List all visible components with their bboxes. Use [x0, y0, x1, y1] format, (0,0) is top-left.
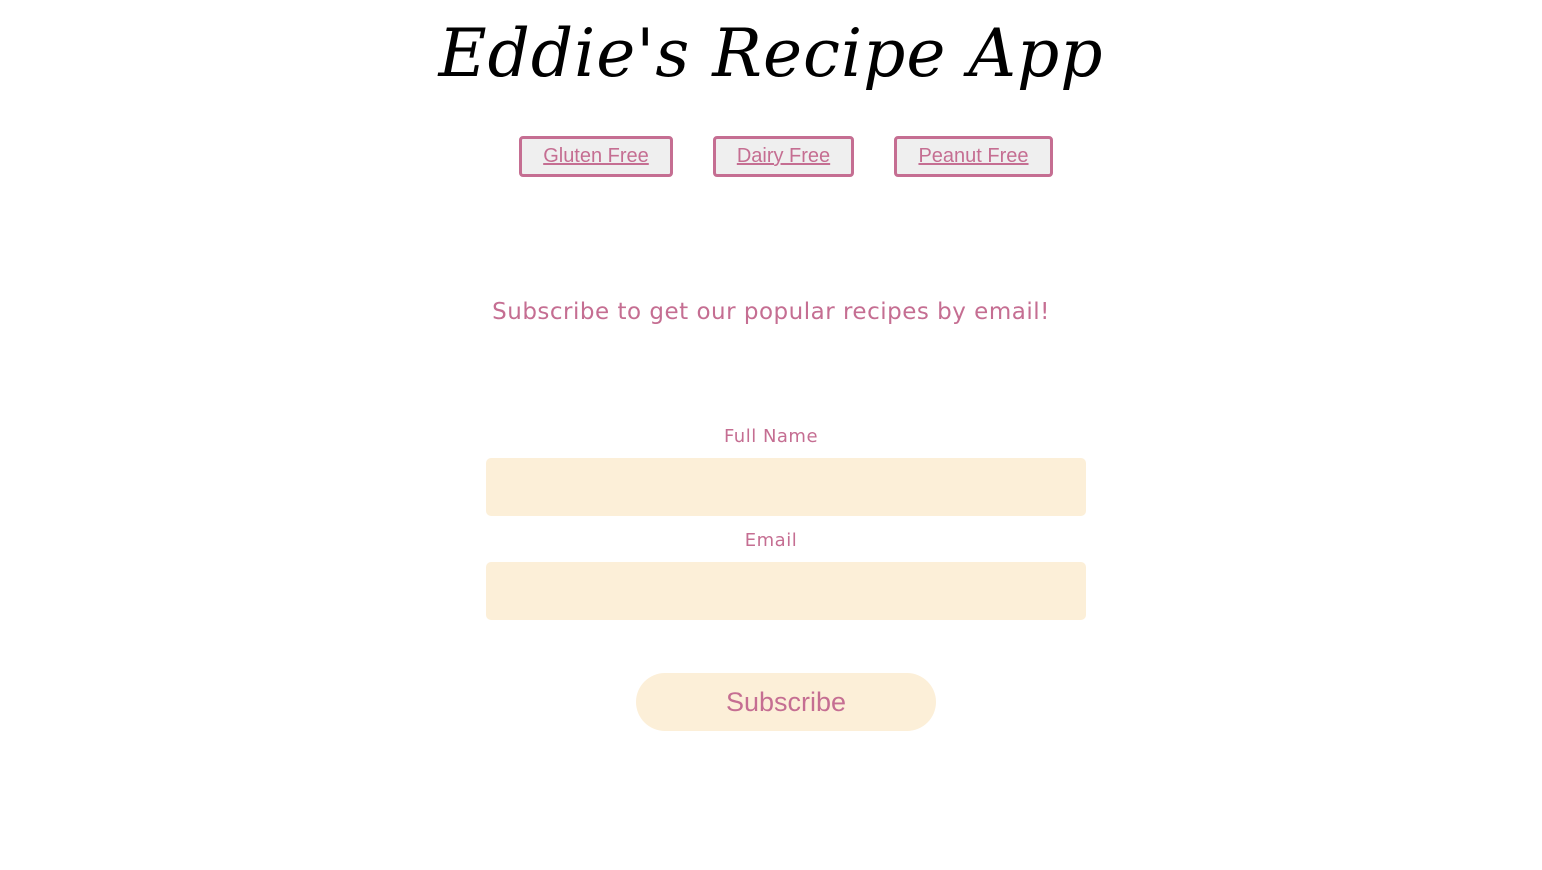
peanut-free-link[interactable]: Peanut Free: [894, 136, 1053, 177]
full-name-label: Full Name: [723, 426, 819, 447]
subscribe-tagline: Subscribe to get our popular recipes by …: [492, 299, 1050, 325]
email-input[interactable]: [486, 562, 1086, 620]
page-title: Eddie's Recipe App: [438, 15, 1104, 92]
subscribe-button[interactable]: Subscribe: [636, 673, 936, 731]
email-label: Email: [744, 530, 798, 551]
dairy-free-link[interactable]: Dairy Free: [713, 136, 854, 177]
gluten-free-link[interactable]: Gluten Free: [519, 136, 673, 177]
full-name-input[interactable]: [486, 458, 1086, 516]
